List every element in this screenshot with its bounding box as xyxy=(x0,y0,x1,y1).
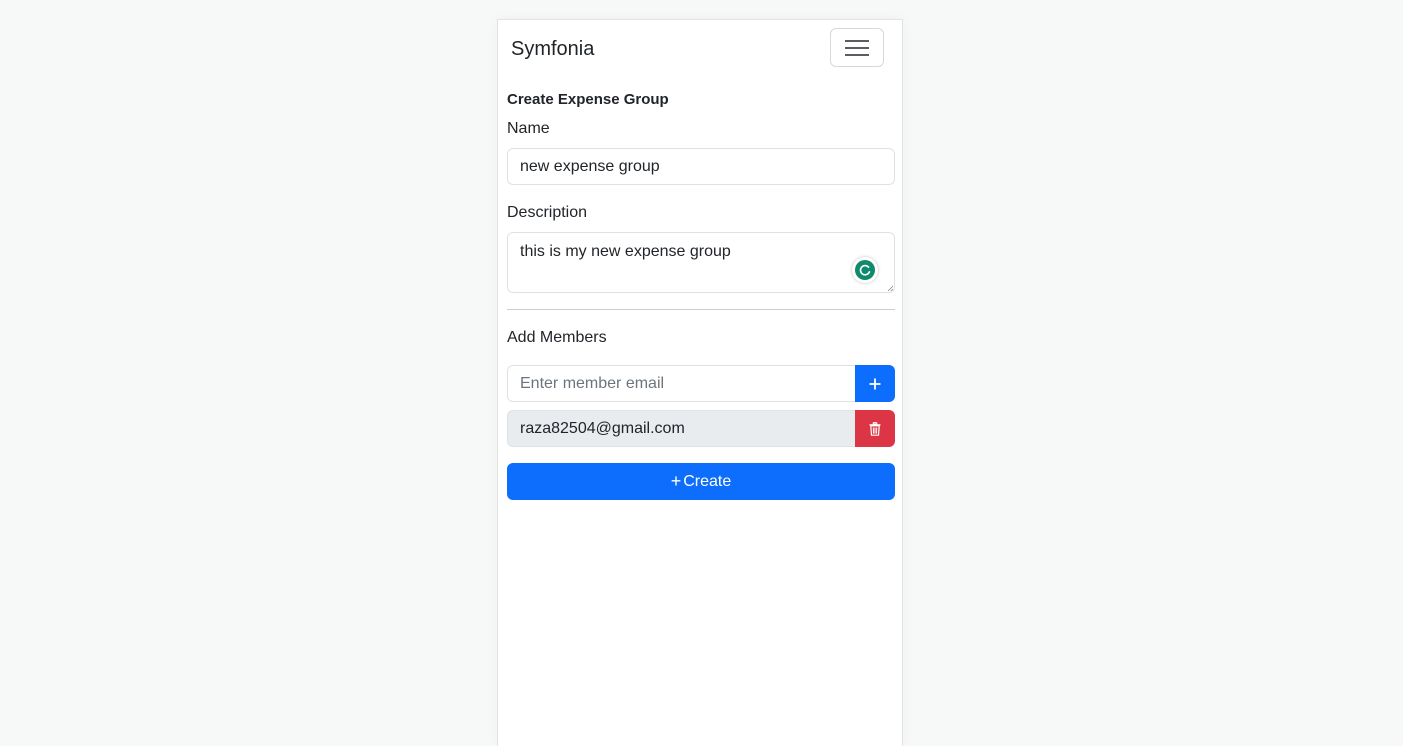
create-expense-group-form: Create Expense Group Name new expense gr… xyxy=(507,90,895,500)
app-container: Symfonia Create Expense Group Name new e… xyxy=(497,19,903,746)
member-email-input[interactable]: Enter member email xyxy=(507,365,855,402)
resize-handle-icon[interactable] xyxy=(887,285,893,291)
trash-icon xyxy=(869,421,881,436)
add-member-button[interactable] xyxy=(855,365,895,402)
member-email-value: raza82504@gmail.com xyxy=(507,410,855,447)
remove-member-button[interactable] xyxy=(855,410,895,447)
create-button-label: Create xyxy=(683,472,732,490)
name-input-value: new expense group xyxy=(520,157,660,175)
plus-icon xyxy=(869,378,881,389)
create-button[interactable]: + Create xyxy=(507,463,895,500)
description-textarea[interactable]: this is my new expense group xyxy=(507,232,895,293)
grammarly-icon[interactable] xyxy=(852,257,878,283)
description-label: Description xyxy=(507,204,588,221)
hamburger-icon xyxy=(845,39,869,56)
navbar-toggle-button[interactable] xyxy=(830,28,884,67)
form-heading: Create Expense Group xyxy=(507,91,669,108)
add-members-label: Add Members xyxy=(507,329,607,346)
name-input[interactable]: new expense group xyxy=(507,148,895,185)
add-member-group: Enter member email xyxy=(507,365,895,402)
name-label: Name xyxy=(507,120,550,137)
navbar: Symfonia xyxy=(498,20,902,78)
brand-link[interactable]: Symfonia xyxy=(511,37,594,61)
section-divider xyxy=(507,309,895,310)
member-row: raza82504@gmail.com xyxy=(507,410,895,447)
create-plus-icon: + xyxy=(670,470,682,491)
description-value: this is my new expense group xyxy=(520,243,731,260)
